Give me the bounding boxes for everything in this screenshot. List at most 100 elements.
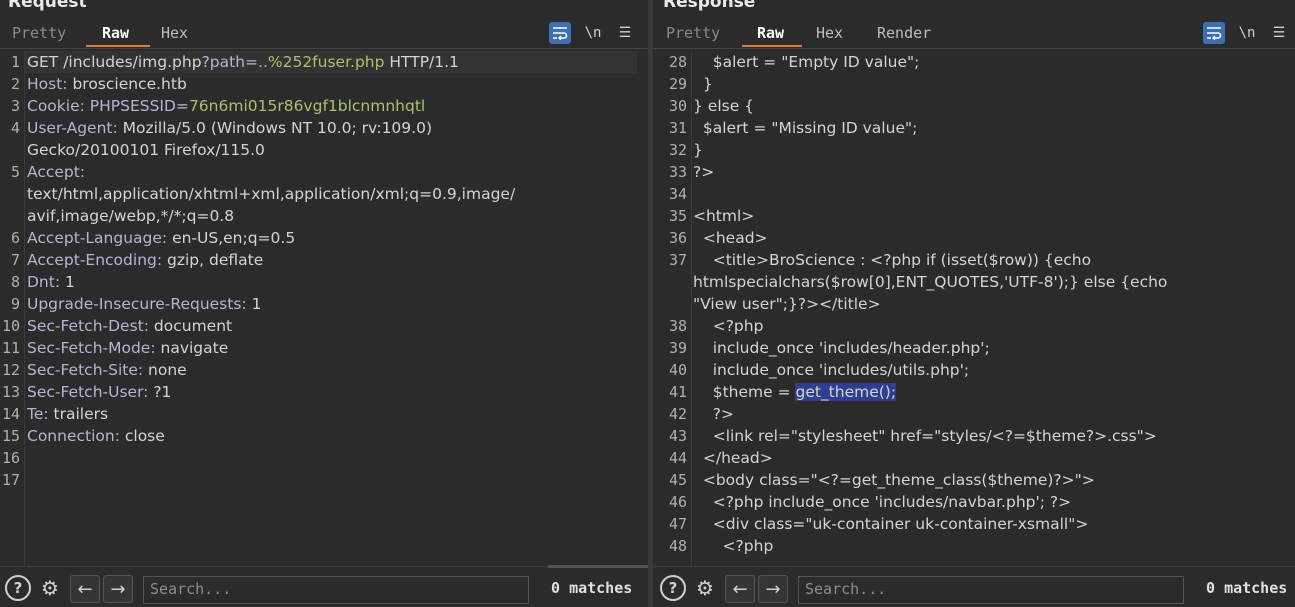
code-token: <html> [693,207,755,225]
code-token: en-US,en;q=0.5 [167,229,296,247]
request-tab-pretty[interactable]: Pretty [12,24,66,42]
code-line: GET /includes/img.php?path=..%252fuser.p… [27,51,459,73]
line-number: 39 [668,339,687,357]
code-token: <?php include_once 'includes/navbar.php'… [693,493,1072,511]
request-tab-hex[interactable]: Hex [161,24,188,42]
line-number: 4 [10,119,20,137]
line-number: 36 [668,229,687,247]
code-token: User-Agent: [27,119,118,137]
code-line: $theme = get_theme(); [693,381,897,403]
code-token: close [119,427,165,445]
code-token: Accept-Encoding: [27,251,163,269]
code-line: Dnt: 1 [27,271,75,293]
response-editor[interactable]: 28 29 30 31 32 33 34 35 36 37 38 39 40 41 42 43 44 45 46 47… [653,51,1295,567]
code-token: } else { [693,97,755,115]
line-number: 5 [10,163,20,181]
menu-icon[interactable]: ☰ [1268,22,1290,44]
gear-icon[interactable]: ⚙ [37,575,63,601]
code-token: include_once 'includes/header.php'; [693,339,990,357]
response-tab-raw[interactable]: Raw [757,24,784,42]
scrollbar-thumb[interactable] [548,565,648,568]
code-token: $alert = "Empty ID value"; [693,53,920,71]
code-line: Sec-Fetch-Site: none [27,359,187,381]
code-token: <title>BroScience : <?php if (isset($row… [693,251,1092,269]
code-token: ?> [693,405,734,423]
response-search-field[interactable] [798,576,1184,604]
code-line: Sec-Fetch-User: ?1 [27,381,171,403]
line-number: 46 [668,493,687,511]
request-tabbar: Pretty Raw Hex \n ☰ [0,20,648,49]
line-number: 31 [668,119,687,137]
code-line: include_once 'includes/utils.php'; [693,359,969,381]
code-line: } else { [693,95,754,117]
code-token: Gecko/20100101 Firefox/115.0 [27,141,265,159]
line-number: 13 [1,383,20,401]
line-number: 35 [668,207,687,225]
code-line: <head> [693,227,768,249]
arrow-left-icon[interactable]: ← [725,575,755,603]
matches-label: matches [1224,579,1288,597]
code-token: 1 [246,295,262,313]
menu-icon[interactable]: ☰ [614,22,636,44]
line-number: 11 [1,339,20,357]
request-title: Request [8,0,87,12]
arrow-right-icon[interactable]: → [103,575,133,603]
line-number: 8 [10,273,20,291]
help-icon[interactable]: ? [5,575,31,601]
code-line: Host: broscience.htb [27,73,187,95]
code-token: } [693,75,713,93]
arrow-right-icon[interactable]: → [758,575,788,603]
request-search-input[interactable] [144,577,519,601]
code-token: ..%252fuser.php [258,53,385,71]
line-number: 38 [668,317,687,335]
response-tab-pretty[interactable]: Pretty [666,24,720,42]
arrow-left-icon[interactable]: ← [70,575,100,603]
show-newlines-icon[interactable]: \n [1236,22,1258,44]
code-line: $alert = "Missing ID value"; [693,117,917,139]
code-token: Sec-Fetch-Dest: [27,317,149,335]
word-wrap-icon[interactable] [549,22,571,44]
code-line: </head> [693,447,773,469]
request-search-bar: ? ⚙ ← → 0 matches [0,565,648,607]
code-token: /includes/img.php [63,53,202,71]
line-number: 43 [668,427,687,445]
line-number: 17 [1,471,20,489]
code-line: include_once 'includes/header.php'; [693,337,990,359]
word-wrap-icon[interactable] [1203,22,1225,44]
line-number: 28 [668,53,687,71]
code-token: $theme = [693,383,796,401]
line-number: 7 [10,251,20,269]
code-token: ?1 [148,383,172,401]
help-icon[interactable]: ? [660,575,686,601]
code-line: <body class="<?=get_theme_class($theme)?… [693,469,1095,491]
code-line: Te: trailers [27,403,108,425]
response-tab-render[interactable]: Render [877,24,931,42]
code-line: Cookie: PHPSESSID=76n6mi015r86vgf1blcnmn… [27,95,425,117]
line-number: 32 [668,141,687,159]
code-token: none [143,361,187,379]
response-tab-hex[interactable]: Hex [816,24,843,42]
code-token: <div class="uk-container uk-container-xs… [693,515,1089,533]
code-line: <title>BroScience : <?php if (isset($row… [693,249,1091,271]
code-token: Mozilla/5.0 (Windows NT 10.0; rv:109.0) [117,119,432,137]
code-token: broscience.htb [67,75,187,93]
code-token: gzip, deflate [162,251,264,269]
line-number: 12 [1,361,20,379]
code-line: Accept-Encoding: gzip, deflate [27,249,263,271]
request-search-field[interactable] [143,576,529,604]
response-matches: 0 matches [1206,579,1287,597]
request-matches: 0 matches [551,579,632,597]
code-line: Upgrade-Insecure-Requests: 1 [27,293,261,315]
code-token: Te: [27,405,49,423]
request-editor[interactable]: 1 2 3 4 5 6 7 8 9 10 11 12 13 14 15 16 17 GET /includes/i… [0,51,648,567]
request-tab-raw[interactable]: Raw [102,24,129,42]
line-number: 10 [1,317,20,335]
code-token: GET [27,53,64,71]
code-line: <?php [693,535,774,557]
gear-icon[interactable]: ⚙ [692,575,718,601]
line-number: 45 [668,471,687,489]
show-newlines-icon[interactable]: \n [582,22,604,44]
code-line: $alert = "Empty ID value"; [693,51,920,73]
response-search-input[interactable] [799,577,1174,601]
line-number: 14 [1,405,20,423]
